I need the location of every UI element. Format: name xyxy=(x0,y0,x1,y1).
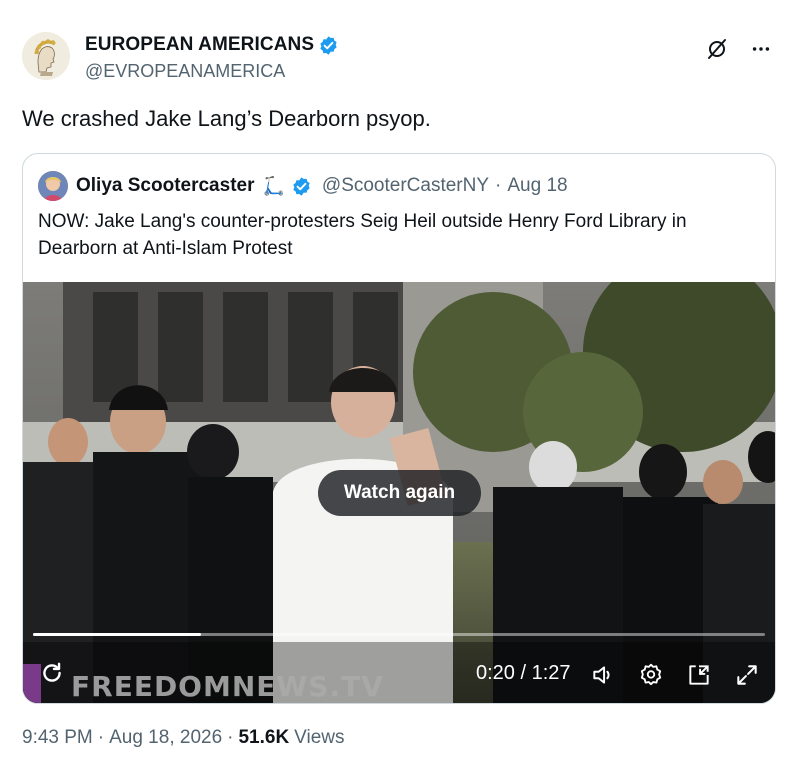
author-name-row: EUROPEAN AMERICANS xyxy=(85,34,339,56)
quoted-author-avatar[interactable] xyxy=(38,171,68,201)
tweet-header: EUROPEAN AMERICANS @EVROPEANAMERICA xyxy=(22,28,782,88)
quoted-tweet-header: Oliya Scootercaster 🛴 @ScooterCasterNY ·… xyxy=(38,171,568,201)
author-handle[interactable]: @EVROPEANAMERICA xyxy=(85,61,285,82)
scooter-emoji: 🛴 xyxy=(262,175,285,196)
post-time[interactable]: 9:43 PM xyxy=(22,727,93,749)
video-controls: FREEDOMNEWS.TV 0:20 / 1:27 xyxy=(23,652,775,703)
quoted-tweet-text: NOW: Jake Lang's counter-protesters Seig… xyxy=(38,211,687,259)
author-avatar[interactable] xyxy=(22,32,70,80)
video-progress-bar[interactable] xyxy=(33,633,765,636)
more-dots-icon[interactable] xyxy=(748,36,774,62)
footer-separator: · xyxy=(97,727,105,748)
post-date[interactable]: Aug 18, 2026 xyxy=(109,727,222,749)
author-display-name[interactable]: EUROPEAN AMERICANS xyxy=(85,34,314,56)
views-label: Views xyxy=(294,727,345,748)
fullscreen-icon[interactable] xyxy=(732,660,762,690)
video-progress-fill xyxy=(33,633,202,636)
video-player[interactable]: Watch again FREEDOMNEWS.TV 0:20 / 1:27 xyxy=(23,282,775,703)
replay-icon[interactable] xyxy=(37,658,67,688)
quoted-verified-badge-icon xyxy=(293,176,310,196)
verified-badge-icon[interactable] xyxy=(318,35,339,56)
settings-icon[interactable] xyxy=(636,660,666,690)
quoted-date[interactable]: Aug 18 xyxy=(507,175,567,197)
tweet-top-actions xyxy=(704,36,774,62)
quoted-author-name[interactable]: Oliya Scootercaster xyxy=(76,175,254,197)
tweet-text: We crashed Jake Lang’s Dearborn psyop. xyxy=(22,106,431,131)
tweet-footer: 9:43 PM · Aug 18, 2026 · 51.6K Views xyxy=(22,727,345,749)
laurel-bust-icon xyxy=(22,32,70,80)
quoted-tweet-card[interactable]: Oliya Scootercaster 🛴 @ScooterCasterNY ·… xyxy=(22,153,776,704)
video-watermark: FREEDOMNEWS.TV xyxy=(71,670,384,703)
views-count[interactable]: 51.6K xyxy=(238,727,289,749)
quoted-separator: · xyxy=(495,175,502,196)
footer-separator: · xyxy=(227,727,234,748)
pip-icon[interactable] xyxy=(684,660,714,690)
video-time: 0:20 / 1:27 xyxy=(476,662,571,684)
volume-icon[interactable] xyxy=(588,660,618,690)
grok-icon[interactable] xyxy=(704,36,730,62)
watch-again-button[interactable]: Watch again xyxy=(318,470,481,516)
quoted-author-handle[interactable]: @ScooterCasterNY xyxy=(322,175,489,197)
